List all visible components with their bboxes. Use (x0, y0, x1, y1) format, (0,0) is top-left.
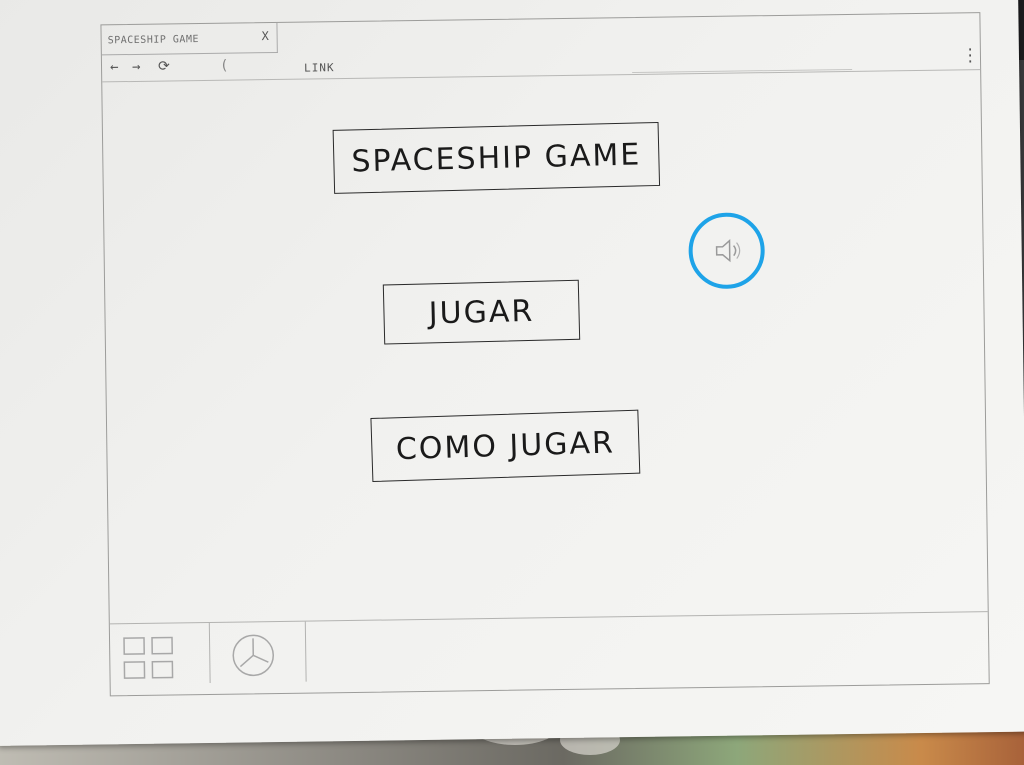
page-title: SPACESHIP GAME (332, 121, 661, 194)
browser-window-sketch: SPACESHIP GAME X ← → ⟳ ( LINK · · · SPACES… (100, 12, 990, 697)
arrow-right-icon[interactable]: → (132, 59, 141, 75)
grid-icon (123, 636, 174, 679)
play-button[interactable]: JUGAR (382, 279, 581, 345)
paper-sheet: SPACESHIP GAME X ← → ⟳ ( LINK · · · SPACES… (0, 0, 1024, 746)
tab-close-button[interactable]: X (262, 29, 269, 43)
how-to-play-button[interactable]: COMO JUGAR (370, 409, 641, 483)
speaker-glyph (715, 239, 741, 263)
address-bar-underline (632, 68, 853, 74)
dashboard-icon (232, 634, 275, 677)
address-bar[interactable]: LINK (304, 61, 335, 74)
address-bar-start-mark: ( (219, 57, 229, 74)
arrow-left-icon[interactable]: ← (110, 59, 119, 75)
reload-icon[interactable]: ⟳ (158, 58, 170, 74)
footer-apps-cell[interactable] (109, 622, 211, 685)
tab-title: SPACESHIP GAME (107, 34, 200, 47)
speaker-icon[interactable] (688, 212, 766, 290)
more-vert-icon[interactable]: · · · (966, 42, 975, 70)
browser-tab[interactable]: SPACESHIP GAME X (101, 22, 278, 56)
footer-dashboard-cell[interactable] (209, 621, 307, 683)
footer-bar (109, 611, 989, 697)
